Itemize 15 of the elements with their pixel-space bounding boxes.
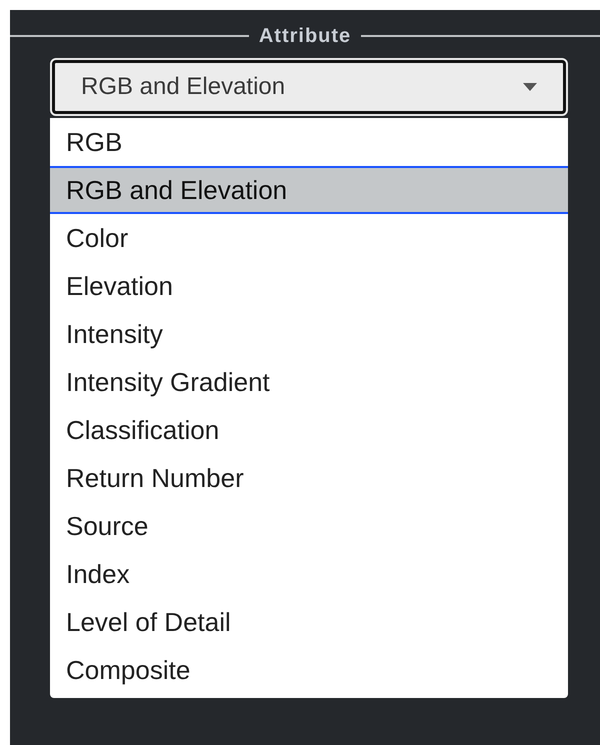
caret-icon: [523, 83, 537, 91]
dropdown-option[interactable]: Classification: [50, 406, 568, 454]
dropdown-option[interactable]: Color: [50, 214, 568, 262]
dropdown-option[interactable]: Index: [50, 550, 568, 598]
dropdown-option[interactable]: Level of Detail: [50, 598, 568, 646]
section-title: Attribute: [258, 24, 352, 48]
attribute-select[interactable]: RGB and Elevation: [52, 60, 566, 114]
dropdown-option[interactable]: Composite: [50, 646, 568, 694]
dropdown-option[interactable]: Elevation: [50, 262, 568, 310]
dropdown-option[interactable]: Intensity: [50, 310, 568, 358]
dropdown-option[interactable]: Source: [50, 502, 568, 550]
dropdown-option[interactable]: Intensity Gradient: [50, 358, 568, 406]
dropdown-option[interactable]: RGB: [50, 118, 568, 166]
dropdown-option[interactable]: RGB and Elevation: [50, 166, 568, 214]
dropdown-option[interactable]: Return Number: [50, 454, 568, 502]
